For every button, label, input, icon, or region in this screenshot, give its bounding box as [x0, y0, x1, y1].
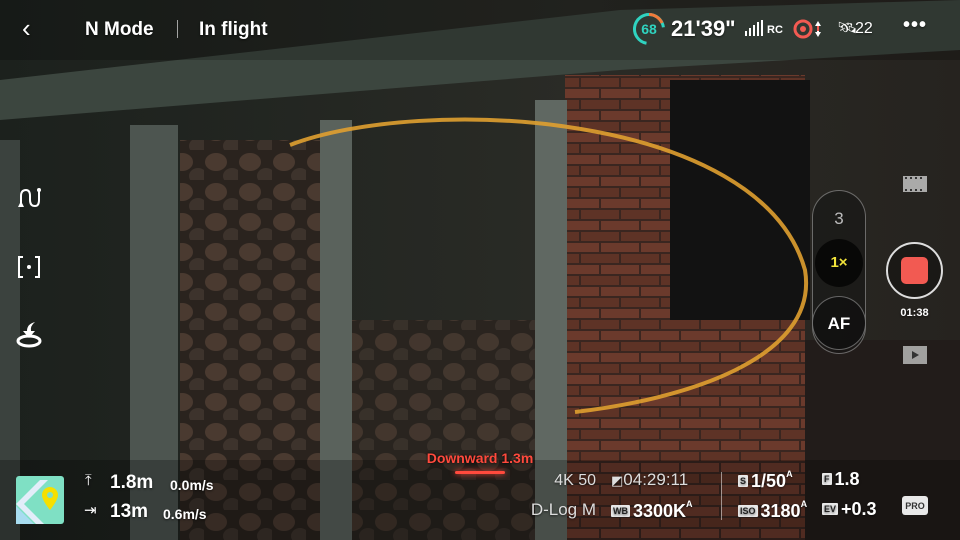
playback-icon[interactable] [903, 346, 927, 364]
ev-value: +0.3 [841, 499, 877, 519]
exposure-value[interactable]: EV +0.3 [822, 499, 877, 520]
iso-value: 3180 [760, 501, 801, 521]
aperture-value: 1.8 [834, 469, 860, 489]
resolution-fps[interactable]: 4K 50 [530, 472, 596, 490]
shutter-speed[interactable]: S 1/50A [738, 469, 793, 492]
battery-percent: 68 [641, 21, 657, 37]
more-menu-button[interactable]: ••• [903, 14, 927, 37]
ev-label: EV [822, 503, 839, 515]
rc-signal-icon[interactable]: RC [745, 20, 783, 36]
pro-mode-button[interactable]: PRO [902, 496, 928, 515]
aperture-label: F [822, 473, 832, 485]
storage-remaining: ◩04:29:11 [611, 470, 688, 490]
recording-time: 01:38 [900, 307, 929, 319]
horizontal-speed: 0.6m/s [163, 506, 207, 522]
distance-icon: ⇥ [84, 502, 97, 519]
return-to-home-icon[interactable] [15, 320, 43, 348]
video-mode-icon[interactable] [903, 176, 927, 192]
obstacle-avoidance-icon[interactable] [793, 18, 823, 40]
wb-auto: A [686, 499, 693, 509]
shutter-auto: A [786, 469, 793, 479]
iso-label: ISO [738, 505, 758, 517]
sd-card-icon: ◩ [611, 473, 624, 488]
shutter-value: 1/50 [751, 471, 787, 491]
altitude: 1.8m [110, 472, 154, 493]
focus-frame-icon[interactable] [16, 254, 42, 280]
shutter-label: S [738, 475, 749, 487]
pro-label: PRO [905, 501, 925, 511]
storage-time: 04:29:11 [623, 470, 689, 489]
obstacle-warning-bar [455, 471, 505, 474]
altitude-icon: ⤒ [85, 472, 92, 489]
wb-label: WB [611, 505, 630, 517]
back-button[interactable]: ‹ [22, 14, 31, 42]
iso[interactable]: ISO 3180A [738, 499, 807, 522]
rc-label: RC [767, 24, 783, 36]
satellite-count: 22 [855, 20, 873, 37]
white-balance[interactable]: WB 3300KA [611, 499, 693, 522]
color-profile[interactable]: D-Log M [510, 500, 596, 520]
flight-status: In flight [199, 19, 268, 40]
waypoint-route-icon[interactable] [17, 186, 43, 210]
settings-divider [721, 472, 722, 520]
iso-auto: A [800, 499, 808, 509]
obstacle-warning: Downward 1.3m [426, 450, 534, 466]
flight-time-remaining: 21'39" [671, 16, 736, 41]
map-button[interactable] [16, 476, 64, 524]
stop-record-icon [901, 257, 928, 284]
wb-value: 3300K [633, 501, 687, 521]
autofocus-label: AF [827, 314, 851, 333]
vertical-speed: 0.0m/s [170, 477, 214, 493]
zoom-option-1x[interactable]: 1× [812, 254, 866, 271]
aperture[interactable]: F 1.8 [822, 469, 860, 490]
flight-mode[interactable]: N Mode [85, 19, 154, 41]
zoom-option-3x[interactable]: 3 [812, 209, 866, 229]
divider [177, 20, 178, 38]
distance: 13m [110, 501, 149, 522]
